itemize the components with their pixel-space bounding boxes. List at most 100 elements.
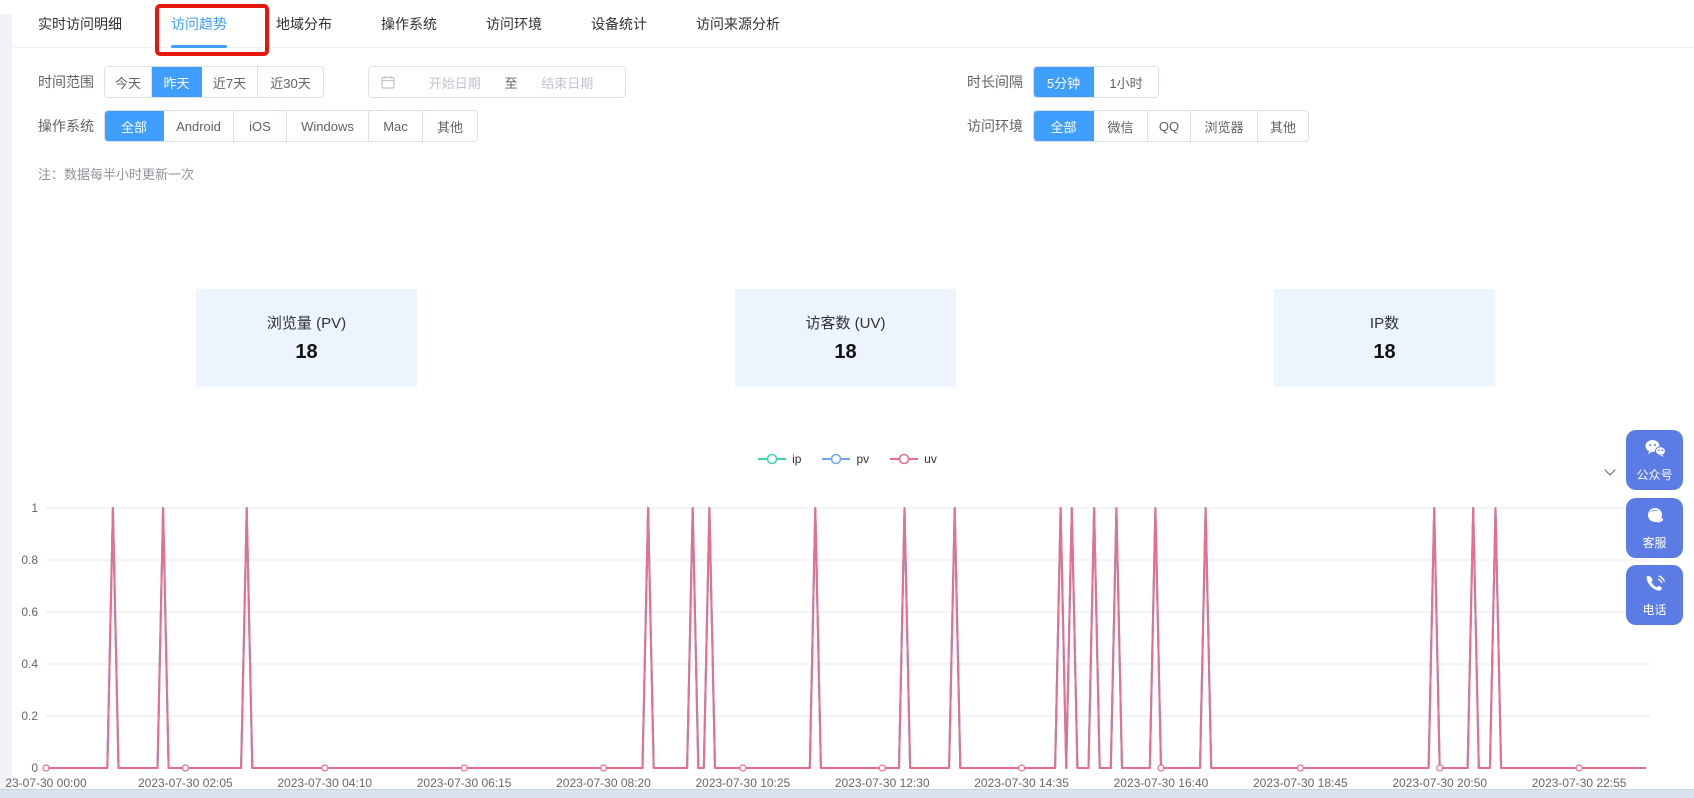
y-axis-tick: 0 (31, 761, 38, 775)
tab-0[interactable]: 实时访问明细 (38, 0, 122, 48)
filter-option-其他[interactable]: 其他 (1258, 111, 1308, 141)
tab-3[interactable]: 操作系统 (381, 0, 437, 48)
wechat-icon (1643, 438, 1667, 463)
start-date-input[interactable]: 开始日期 (409, 73, 501, 92)
data-point-marker (879, 765, 885, 771)
data-point-marker (1576, 765, 1582, 771)
legend-item-ip[interactable]: ip (757, 452, 801, 466)
x-axis-tick: 2023-07-30 14:35 (974, 776, 1069, 790)
legend-item-pv[interactable]: pv (821, 452, 869, 466)
interval-label: 时长间隔 (967, 66, 1023, 98)
tab-bar: 实时访问明细 访问趋势 地域分布 操作系统 访问环境 设备统计 访问来源分析 (12, 0, 1694, 48)
tab-2[interactable]: 地域分布 (276, 0, 332, 48)
float-button-label: 公众号 (1636, 466, 1672, 483)
chart-legend: ip pv uv (0, 452, 1694, 466)
end-date-input[interactable]: 结束日期 (522, 73, 614, 92)
os-label: 操作系统 (38, 110, 94, 142)
stat-card-2: IP数 18 (1274, 289, 1495, 387)
env-label: 访问环境 (967, 110, 1023, 142)
float-button-label: 客服 (1642, 534, 1666, 551)
filter-option-Android[interactable]: Android (164, 111, 234, 141)
x-axis-tick: 2023-07-30 04:10 (277, 776, 372, 790)
filter-option-浏览器[interactable]: 浏览器 (1191, 111, 1258, 141)
phone-icon (1644, 573, 1666, 598)
stat-label: 浏览量 (PV) (267, 312, 346, 333)
series-line-pv[interactable] (46, 508, 1646, 768)
legend-marker-pv (821, 453, 851, 465)
filter-option-5分钟[interactable]: 5分钟 (1034, 67, 1094, 97)
stat-value: 18 (295, 341, 317, 364)
filter-option-全部[interactable]: 全部 (1034, 111, 1094, 141)
filter-option-Windows[interactable]: Windows (287, 111, 369, 141)
legend-item-uv[interactable]: uv (889, 452, 937, 466)
stat-value: 18 (1373, 341, 1395, 364)
stat-card-0: 浏览量 (PV) 18 (196, 289, 417, 387)
collapse-chevron-icon[interactable] (1605, 466, 1615, 476)
float-button-客服[interactable]: 客服 (1626, 498, 1683, 558)
data-point-marker (1297, 765, 1303, 771)
y-axis-tick: 0.4 (21, 657, 38, 671)
interval-group: 5分钟1小时 (1033, 66, 1159, 98)
tab-5[interactable]: 设备统计 (591, 0, 647, 48)
data-point-marker (322, 765, 328, 771)
x-axis-tick: 2023-07-30 16:40 (1114, 776, 1209, 790)
x-axis-tick: 2023-07-30 22:55 (1532, 776, 1627, 790)
env-group: 全部微信QQ浏览器其他 (1033, 110, 1309, 142)
x-axis-tick: 23-07-30 00:00 (5, 776, 87, 790)
y-axis-tick: 0.6 (21, 605, 38, 619)
customer-service-icon (1644, 506, 1666, 531)
stat-value: 18 (834, 341, 856, 364)
filter-option-QQ[interactable]: QQ (1148, 111, 1191, 141)
float-button-公众号[interactable]: 公众号 (1626, 430, 1683, 490)
filter-option-微信[interactable]: 微信 (1094, 111, 1148, 141)
series-line-ip[interactable] (46, 508, 1646, 768)
data-point-marker (461, 765, 467, 771)
bottom-scroll-strip[interactable] (0, 789, 1694, 798)
filter-option-1小时[interactable]: 1小时 (1094, 67, 1158, 97)
filter-option-近30天[interactable]: 近30天 (258, 67, 323, 97)
line-chart-canvas: 00.20.40.60.8123-07-30 00:002023-07-30 0… (0, 440, 1694, 798)
tab-6[interactable]: 访问来源分析 (696, 0, 780, 48)
filter-option-Mac[interactable]: Mac (369, 111, 423, 141)
data-point-marker (600, 765, 606, 771)
trend-chart: 00.20.40.60.8123-07-30 00:002023-07-30 0… (0, 440, 1694, 798)
x-axis-tick: 2023-07-30 20:50 (1392, 776, 1487, 790)
tab-visit-trend[interactable]: 访问趋势 (171, 0, 227, 48)
data-point-marker (1158, 765, 1164, 771)
legend-marker-uv (889, 453, 919, 465)
calendar-icon (381, 75, 395, 89)
legend-label: pv (856, 452, 869, 466)
os-group: 全部AndroidiOSWindowsMac其他 (104, 110, 478, 142)
filter-option-全部[interactable]: 全部 (105, 111, 164, 141)
filter-option-今天[interactable]: 今天 (105, 67, 152, 97)
stat-card-1: 访客数 (UV) 18 (735, 289, 956, 387)
time-range-group: 今天昨天近7天近30天 (104, 66, 324, 98)
date-range-picker[interactable]: 开始日期 至 结束日期 (368, 66, 626, 98)
data-point-marker (740, 765, 746, 771)
stat-label: IP数 (1370, 312, 1399, 333)
tab-4[interactable]: 访问环境 (486, 0, 542, 48)
y-axis-tick: 1 (31, 501, 38, 515)
float-button-电话[interactable]: 电话 (1626, 565, 1683, 625)
legend-label: uv (924, 452, 937, 466)
x-axis-tick: 2023-07-30 12:30 (835, 776, 930, 790)
x-axis-tick: 2023-07-30 10:25 (695, 776, 790, 790)
time-range-label: 时间范围 (38, 66, 94, 98)
update-note: 注：数据每半小时更新一次 (38, 164, 194, 183)
stat-label: 访客数 (UV) (806, 312, 886, 333)
data-point-marker (182, 765, 188, 771)
y-axis-tick: 0.2 (21, 709, 38, 723)
date-range-separator: 至 (501, 73, 522, 92)
data-point-marker (1437, 765, 1443, 771)
filter-option-iOS[interactable]: iOS (234, 111, 287, 141)
data-point-marker (1019, 765, 1025, 771)
legend-label: ip (792, 452, 801, 466)
filter-option-昨天[interactable]: 昨天 (152, 67, 202, 97)
filter-option-其他[interactable]: 其他 (423, 111, 477, 141)
data-point-marker (43, 765, 49, 771)
x-axis-tick: 2023-07-30 06:15 (417, 776, 512, 790)
filter-option-近7天[interactable]: 近7天 (202, 67, 258, 97)
float-button-label: 电话 (1642, 601, 1666, 618)
x-axis-tick: 2023-07-30 18:45 (1253, 776, 1348, 790)
series-line-uv[interactable] (46, 508, 1646, 768)
